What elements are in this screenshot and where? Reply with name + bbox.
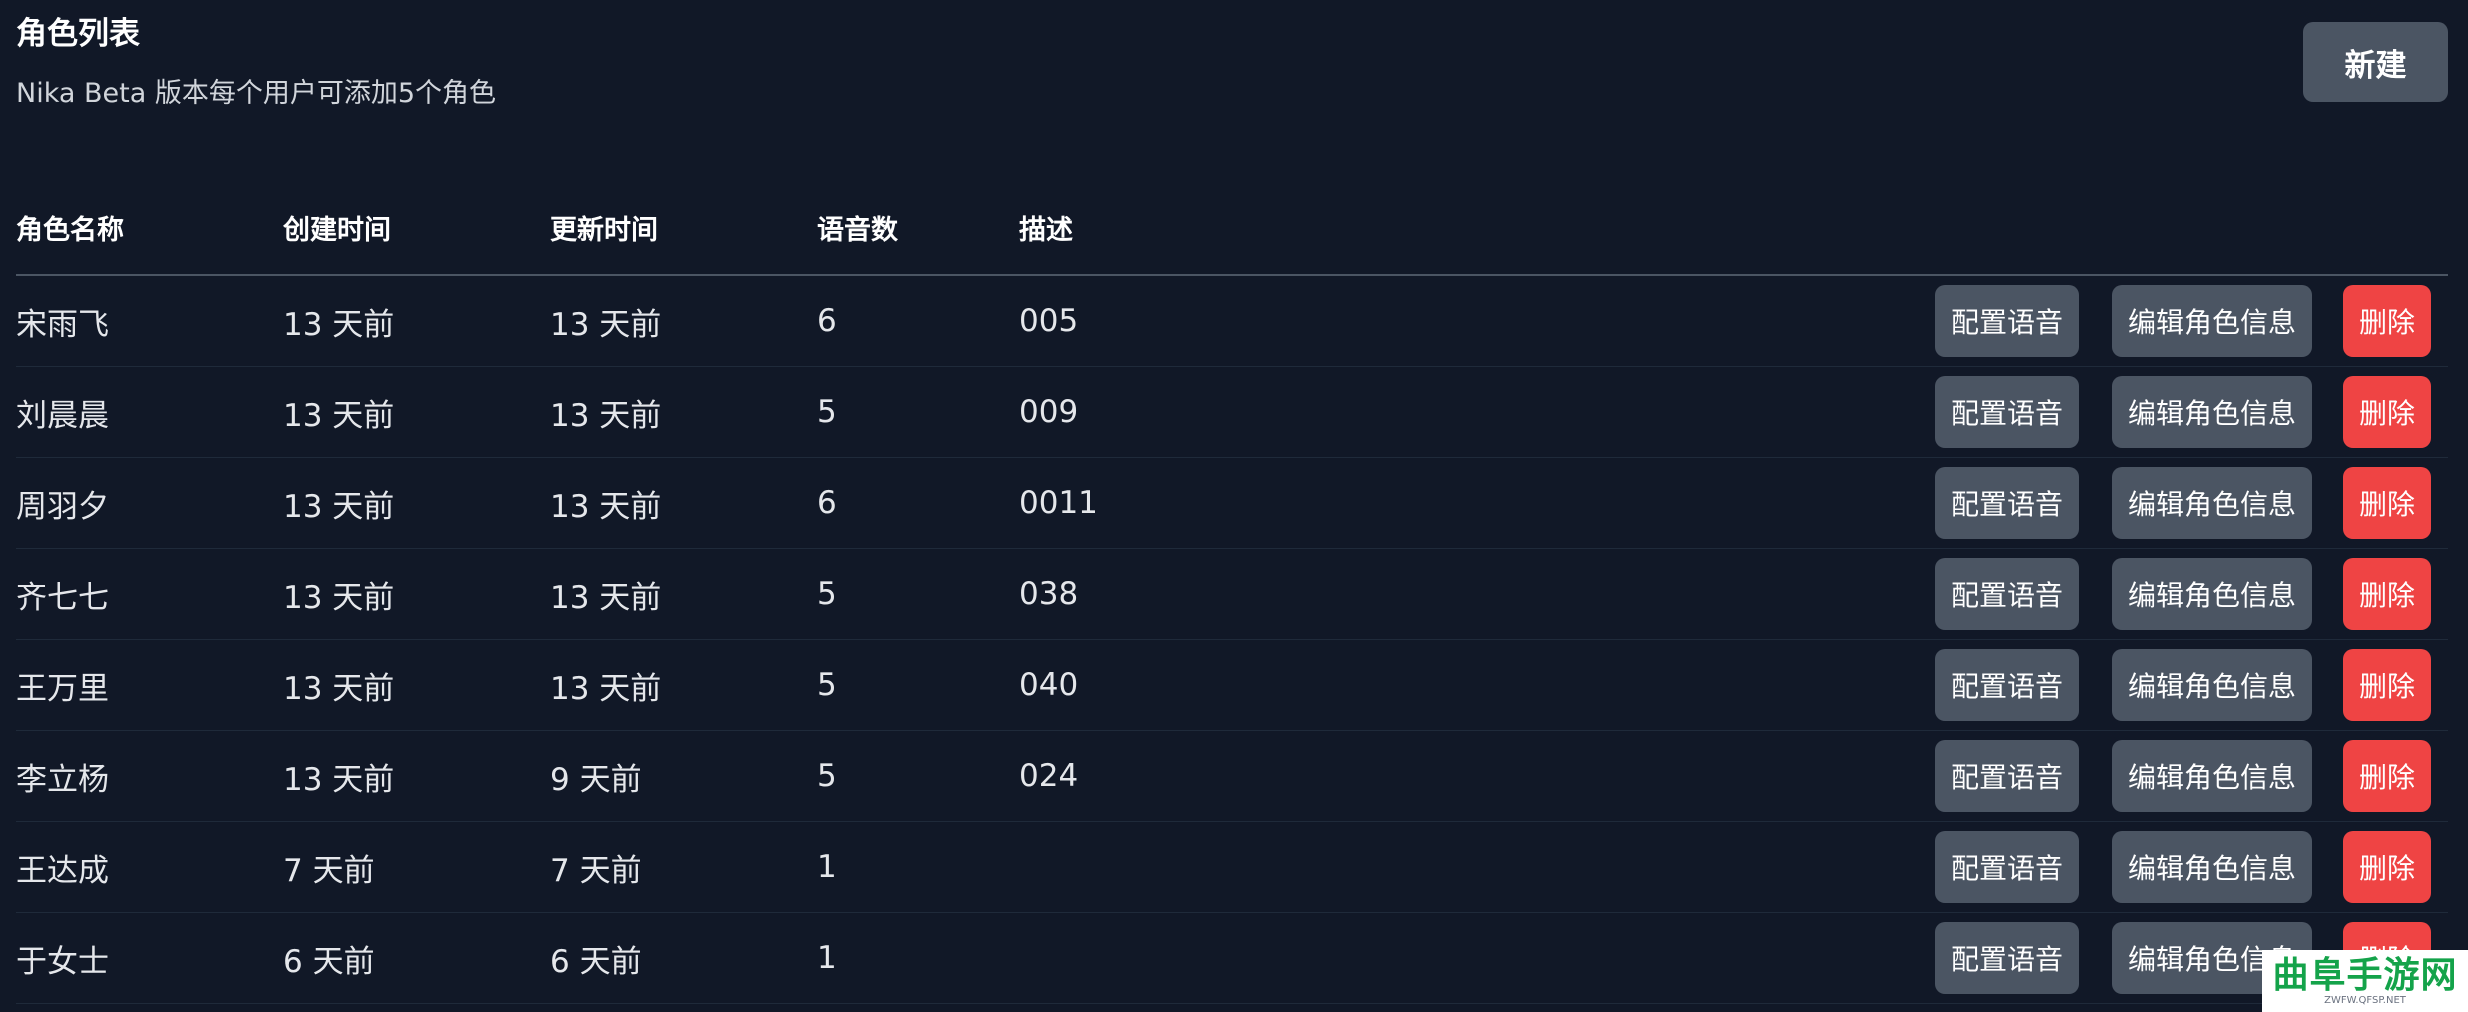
updated-time-cell: 13 天前 [550, 306, 662, 343]
table-row: 王达成 7 天前 7 天前 1 配置语音 编辑角色信息 删除 [16, 822, 2448, 913]
description-cell: 024 [1019, 758, 1079, 794]
config-voice-button[interactable]: 配置语音 [1935, 467, 2079, 539]
table-row: 周羽夕 13 天前 13 天前 6 0011 配置语音 编辑角色信息 删除 [16, 458, 2448, 549]
role-table: 角色名称 创建时间 更新时间 语音数 描述 宋雨飞 13 天前 13 天前 6 005 配… [16, 180, 2448, 1004]
column-header-voices: 语音数 [817, 214, 898, 246]
watermark-logo: 曲阜手游网 ZWFW.QFSP.NET [2262, 950, 2468, 1012]
config-voice-button[interactable]: 配置语音 [1935, 831, 2079, 903]
table-row: 于女士6 天前6 天前1配置语音编辑角色信息删除 [16, 913, 2448, 1004]
delete-role-button[interactable]: 删除 [2343, 740, 2431, 812]
edit-role-button[interactable]: 编辑角色信息 [2112, 285, 2312, 357]
updated-time-cell: 13 天前 [550, 670, 662, 707]
watermark-text: 曲阜手游网 [2272, 954, 2458, 996]
role-name-cell: 李立杨 [16, 761, 109, 798]
delete-role-button[interactable]: 删除 [2343, 558, 2431, 630]
updated-time-cell: 9 天前 [550, 761, 642, 798]
updated-time-cell: 7 天前 [550, 852, 642, 889]
description-cell: 0011 [1019, 485, 1098, 521]
role-list-page: 角色列表 Nika Beta 版本每个用户可添加5个角色 新建 角色名称 创建时… [0, 0, 2468, 1012]
created-time-cell: 13 天前 [283, 761, 395, 798]
table-row: 王万里 13 天前 13 天前 5 040 配置语音 编辑角色信息 删除 [16, 640, 2448, 731]
created-time-cell: 13 天前 [283, 306, 395, 343]
column-header-description: 描述 [1019, 214, 1073, 246]
delete-role-button[interactable]: 删除 [2343, 376, 2431, 448]
description-cell: 038 [1019, 576, 1079, 612]
voice-count-cell: 6 [817, 303, 837, 339]
voice-count-cell: 6 [817, 485, 837, 521]
created-time-cell: 7 天前 [283, 852, 375, 889]
created-time-cell: 6 天前 [283, 943, 375, 980]
column-header-name: 角色名称 [16, 214, 124, 246]
voice-count-cell: 5 [817, 758, 837, 794]
table-body: 宋雨飞 13 天前 13 天前 6 005 配置语音 编辑角色信息 删除 刘晨晨 13 天前 13 … [16, 276, 2448, 1004]
role-name-cell: 刘晨晨 [16, 397, 109, 434]
delete-role-button[interactable]: 删除 [2343, 831, 2431, 903]
delete-role-button[interactable]: 删除 [2343, 467, 2431, 539]
edit-role-button[interactable]: 编辑角色信息 [2112, 831, 2312, 903]
voice-count-cell: 5 [817, 394, 837, 430]
table-header: 角色名称 创建时间 更新时间 语音数 描述 [16, 180, 2448, 276]
voice-count-cell: 5 [817, 667, 837, 703]
table-row: 刘晨晨 13 天前 13 天前 5 009 配置语音 编辑角色信息 删除 [16, 367, 2448, 458]
description-cell: 009 [1019, 394, 1079, 430]
edit-role-button[interactable]: 编辑角色信息 [2112, 558, 2312, 630]
table-row: 齐七七 13 天前 13 天前 5 038 配置语音 编辑角色信息 删除 [16, 549, 2448, 640]
page-subtitle: Nika Beta 版本每个用户可添加5个角色 [16, 78, 497, 109]
updated-time-cell: 13 天前 [550, 488, 662, 525]
role-name-cell: 王达成 [16, 852, 109, 889]
config-voice-button[interactable]: 配置语音 [1935, 649, 2079, 721]
column-header-created: 创建时间 [283, 214, 391, 246]
config-voice-button[interactable]: 配置语音 [1935, 285, 2079, 357]
role-name-cell: 宋雨飞 [16, 306, 109, 343]
table-row: 宋雨飞 13 天前 13 天前 6 005 配置语音 编辑角色信息 删除 [16, 276, 2448, 367]
role-name-cell: 周羽夕 [16, 488, 109, 525]
voice-count-cell: 1 [817, 849, 837, 885]
edit-role-button[interactable]: 编辑角色信息 [2112, 740, 2312, 812]
watermark-url: ZWFW.QFSP.NET [2324, 995, 2406, 1006]
edit-role-button[interactable]: 编辑角色信息 [2112, 467, 2312, 539]
created-time-cell: 13 天前 [283, 670, 395, 707]
role-name-cell: 齐七七 [16, 579, 109, 616]
created-time-cell: 13 天前 [283, 397, 395, 434]
role-name-cell: 于女士 [16, 943, 109, 980]
config-voice-button[interactable]: 配置语音 [1935, 922, 2079, 994]
voice-count-cell: 5 [817, 576, 837, 612]
new-role-button[interactable]: 新建 [2303, 22, 2448, 102]
edit-role-button[interactable]: 编辑角色信息 [2112, 376, 2312, 448]
delete-role-button[interactable]: 删除 [2343, 285, 2431, 357]
delete-role-button[interactable]: 删除 [2343, 649, 2431, 721]
created-time-cell: 13 天前 [283, 488, 395, 525]
table-row: 李立杨 13 天前 9 天前 5 024 配置语音 编辑角色信息 删除 [16, 731, 2448, 822]
role-name-cell: 王万里 [16, 670, 109, 707]
edit-role-button[interactable]: 编辑角色信息 [2112, 649, 2312, 721]
created-time-cell: 13 天前 [283, 579, 395, 616]
updated-time-cell: 6 天前 [550, 943, 642, 980]
updated-time-cell: 13 天前 [550, 397, 662, 434]
description-cell: 005 [1019, 303, 1079, 339]
page-title: 角色列表 [16, 16, 140, 52]
config-voice-button[interactable]: 配置语音 [1935, 376, 2079, 448]
config-voice-button[interactable]: 配置语音 [1935, 740, 2079, 812]
description-cell: 040 [1019, 667, 1079, 703]
voice-count-cell: 1 [817, 940, 837, 976]
column-header-updated: 更新时间 [550, 214, 658, 246]
config-voice-button[interactable]: 配置语音 [1935, 558, 2079, 630]
updated-time-cell: 13 天前 [550, 579, 662, 616]
